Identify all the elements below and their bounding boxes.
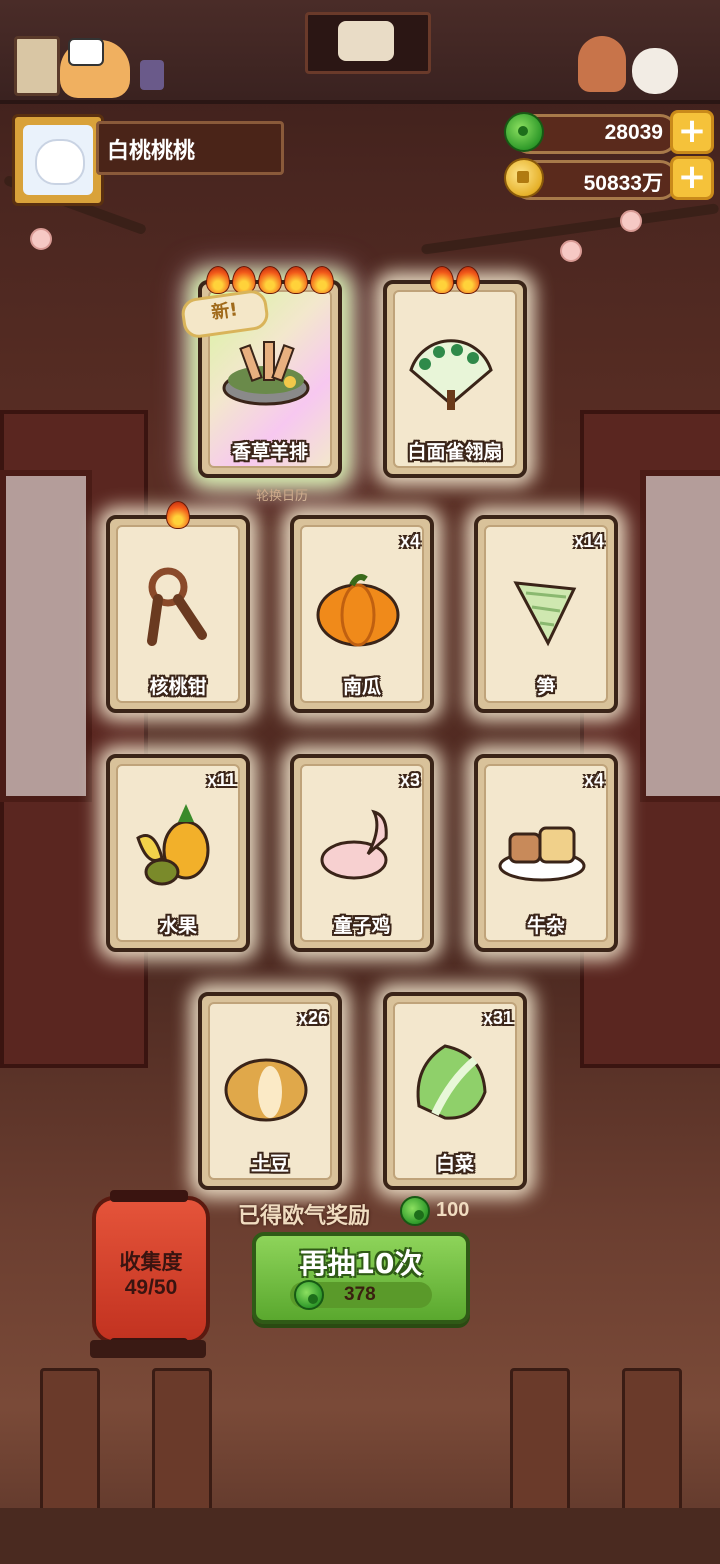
card-label: 笋 (536, 676, 556, 698)
calendar-scroll-icon[interactable] (14, 36, 60, 96)
coin-amount: 50833万 (583, 172, 663, 195)
lamb-chops-icon (222, 341, 310, 406)
card-count: x3 (399, 770, 420, 790)
draw-cost-box: 378 (290, 1280, 432, 1310)
peacock-fan-icon (409, 339, 493, 410)
card-count: x4 (583, 770, 604, 790)
card-label: 牛杂 (526, 915, 565, 937)
collection-title: 收集度 (119, 1250, 183, 1274)
lantern-stand (90, 1340, 206, 1358)
card-label: 白菜 (435, 1153, 474, 1175)
calendar-label: 轮换日历 (256, 489, 309, 504)
card-count: x14 (573, 531, 604, 551)
card-label: 水果 (158, 915, 197, 937)
card-pumpkin[interactable]: x4 南瓜 (290, 515, 434, 713)
card-label: 土豆 (250, 1153, 289, 1175)
chef-portrait-icon (338, 21, 394, 61)
card-cabbage[interactable]: x31 白菜 (383, 992, 527, 1190)
card-beef-offal[interactable]: x4 牛杂 (474, 754, 618, 952)
jade-icon (294, 1280, 324, 1310)
rarity-flames (110, 501, 246, 533)
card-label: 香草羊排 (231, 441, 308, 463)
player-name: 白桃桃桃 (107, 139, 196, 164)
fence-post (152, 1368, 212, 1514)
card-label: 白面雀翎扇 (407, 441, 503, 463)
flame-icon (310, 266, 334, 294)
collection-lantern[interactable]: 收集度 49/50 (92, 1190, 210, 1350)
draw-again-label: 再抽10次 (299, 1247, 423, 1280)
card-label: 南瓜 (342, 676, 381, 698)
rarity-flames (387, 266, 523, 298)
card-count: x4 (399, 531, 420, 551)
card-label: 核桃钳 (149, 676, 207, 698)
draw-again-button[interactable]: 再抽10次 378 (252, 1232, 470, 1324)
flame-icon (258, 266, 282, 294)
left-window (0, 470, 92, 802)
blossom-icon (620, 210, 642, 232)
jade-icon (400, 1196, 430, 1226)
fence-post (510, 1368, 570, 1514)
cat-avatar-icon (35, 139, 85, 185)
reward-text: 已得欧气奖励 (238, 1204, 371, 1229)
collection-progress: 49/50 (124, 1276, 178, 1299)
fence-post (40, 1368, 100, 1514)
card-featured-2[interactable]: 白面雀翎扇 (383, 266, 527, 478)
player-name-box[interactable]: 白桃桃桃 (96, 121, 284, 175)
draw-cost: 378 (344, 1284, 376, 1305)
card-potato[interactable]: x26 土豆 (198, 992, 342, 1190)
lantern-cap (110, 1190, 188, 1202)
flame-icon (430, 266, 454, 294)
card-count: x31 (482, 1008, 513, 1028)
add-coin-button[interactable]: + (670, 156, 714, 200)
walnut-cracker-icon (147, 567, 207, 646)
card-fruit[interactable]: x11 水果 (106, 754, 250, 952)
card-walnut-cracker[interactable]: 核桃钳 (106, 501, 250, 713)
beef-offal-icon (498, 826, 586, 882)
customer-avatar-icon[interactable] (578, 36, 626, 92)
blossom-icon (560, 240, 582, 262)
right-window (640, 470, 720, 802)
cabbage-icon (416, 1044, 487, 1120)
shop-signboard[interactable] (305, 12, 431, 74)
card-bamboo-shoot[interactable]: x14 笋 (474, 515, 618, 713)
flame-icon (166, 501, 190, 529)
flame-icon (456, 266, 480, 294)
jade-icon (504, 112, 544, 152)
potato-icon (224, 1058, 308, 1122)
pumpkin-icon (316, 574, 400, 647)
fruit-icon (136, 804, 210, 886)
card-count: x11 (206, 770, 236, 790)
card-chicken[interactable]: x3 童子鸡 (290, 754, 434, 952)
flame-icon (206, 266, 230, 294)
jade-amount: 28039 (604, 121, 663, 144)
add-jade-button[interactable]: + (670, 110, 714, 154)
avatar (23, 125, 93, 195)
fence-post (622, 1368, 682, 1514)
bamboo-shoot-icon (513, 581, 577, 647)
flame-icon (284, 266, 308, 294)
white-cat-icon[interactable] (632, 48, 678, 94)
reward-value: 100 (436, 1199, 470, 1221)
chicken-icon (320, 809, 388, 880)
blossom-icon (30, 228, 52, 250)
reward-line: 已得欧气奖励 100 (238, 1196, 498, 1229)
player-avatar-frame[interactable] (12, 114, 104, 206)
card-featured-1[interactable]: 香草羊排 新! (179, 266, 342, 478)
card-label: 童子鸡 (333, 915, 391, 937)
coin-icon (504, 158, 544, 198)
chat-bubble-icon[interactable] (68, 38, 104, 66)
card-count: x26 (297, 1008, 328, 1028)
book-icon (140, 60, 164, 90)
floor-strip (0, 1508, 720, 1564)
